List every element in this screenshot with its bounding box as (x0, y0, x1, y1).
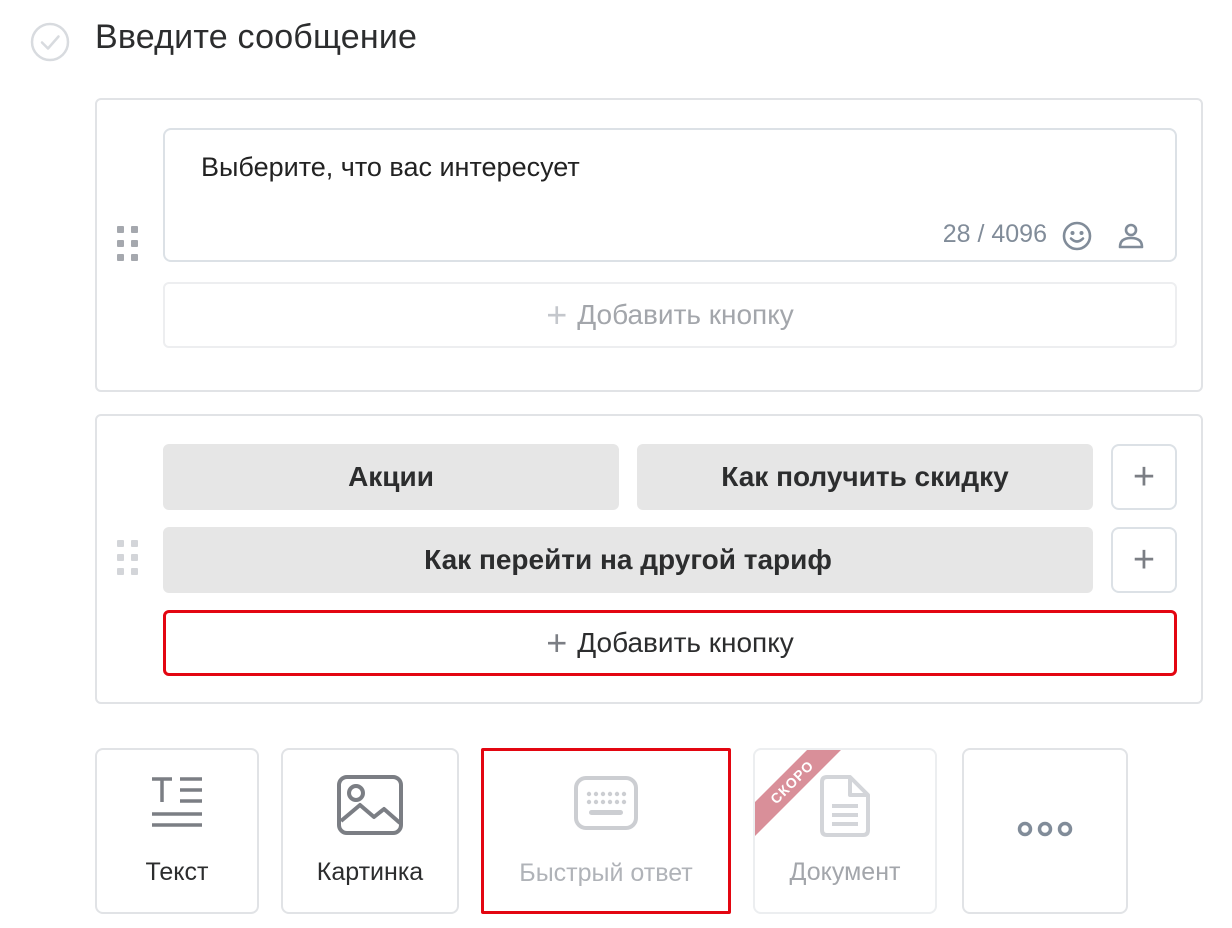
image-icon (337, 775, 403, 835)
drag-handle-icon[interactable] (117, 540, 141, 576)
message-text[interactable]: Выберите, что вас интересует (201, 152, 580, 183)
person-icon[interactable] (1115, 220, 1147, 252)
document-icon (820, 775, 870, 837)
add-to-row-button[interactable]: + (1111, 444, 1177, 510)
text-icon (152, 777, 202, 827)
drag-handle-icon[interactable] (117, 226, 141, 262)
tool-label: Документ (789, 858, 901, 886)
emoji-icon[interactable] (1061, 220, 1093, 252)
quick-reply-button[interactable]: Как перейти на другой тариф (163, 527, 1093, 593)
tool-label: Текст (145, 858, 209, 886)
add-to-row-button[interactable]: + (1111, 527, 1177, 593)
tool-label: Быстрый ответ (519, 859, 693, 887)
step-check-icon (30, 22, 70, 62)
add-button-button[interactable]: + Добавить кнопку (163, 610, 1177, 676)
keyboard-block: Акции Как получить скидку + Как перейти … (95, 414, 1203, 704)
add-button-button[interactable]: + Добавить кнопку (163, 282, 1177, 348)
tool-label: Картинка (316, 858, 424, 886)
plus-icon: + (546, 622, 568, 663)
tool-document-button: СКОРО Документ (753, 748, 937, 914)
keyboard-icon (574, 776, 638, 830)
add-button-label: Добавить кнопку (577, 299, 794, 330)
tool-text-button[interactable]: Текст (95, 748, 259, 914)
more-icon (1017, 821, 1073, 837)
tool-quick-reply-button[interactable]: Быстрый ответ (481, 748, 731, 914)
message-input[interactable]: Выберите, что вас интересует 28 / 4096 (163, 128, 1177, 262)
tool-more-button[interactable] (962, 748, 1128, 914)
quick-reply-button[interactable]: Акции (163, 444, 619, 510)
step-title: Введите сообщение (95, 18, 418, 56)
add-button-label: Добавить кнопку (577, 627, 794, 658)
plus-icon: + (546, 294, 568, 335)
tool-image-button[interactable]: Картинка (281, 748, 459, 914)
char-counter: 28 / 4096 (942, 220, 1047, 248)
quick-reply-button[interactable]: Как получить скидку (637, 444, 1093, 510)
message-block: Выберите, что вас интересует 28 / 4096 +… (95, 98, 1203, 392)
